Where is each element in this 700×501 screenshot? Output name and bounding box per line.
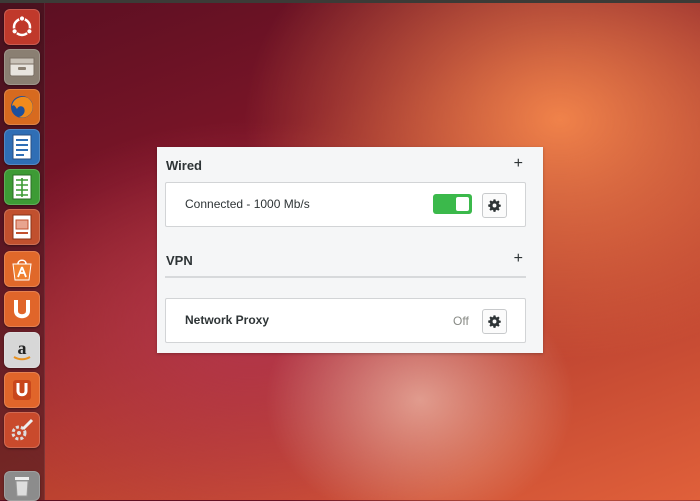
gear-icon xyxy=(488,199,501,212)
ubuntu-one-icon[interactable] xyxy=(4,291,40,327)
firefox-icon[interactable] xyxy=(4,89,40,125)
network-panel: Wired + Connected - 1000 Mb/s VPN + Netw… xyxy=(157,147,543,353)
libreoffice-calc-icon[interactable] xyxy=(4,169,40,205)
wired-status-label: Connected - 1000 Mb/s xyxy=(185,197,310,211)
software-center-icon[interactable] xyxy=(4,251,40,287)
wired-settings-button[interactable] xyxy=(482,193,507,218)
svg-text:a: a xyxy=(18,338,27,358)
proxy-status-label: Off xyxy=(453,314,469,328)
trash-icon[interactable] xyxy=(4,471,40,501)
wired-toggle-switch[interactable] xyxy=(433,194,472,214)
add-vpn-button[interactable]: + xyxy=(514,251,523,267)
libreoffice-writer-icon[interactable] xyxy=(4,129,40,165)
system-settings-icon[interactable] xyxy=(4,412,40,448)
wired-connection-card: Connected - 1000 Mb/s xyxy=(165,182,526,227)
add-wired-button[interactable]: + xyxy=(514,156,523,172)
proxy-settings-button[interactable] xyxy=(482,309,507,334)
amazon-icon[interactable]: a xyxy=(4,332,40,368)
ubuntu-dash-icon[interactable] xyxy=(4,9,40,45)
top-panel xyxy=(0,0,700,3)
wired-section-title: Wired xyxy=(166,158,202,173)
ubuntu-one-music-icon[interactable] xyxy=(4,372,40,408)
libreoffice-impress-icon[interactable] xyxy=(4,209,40,245)
section-divider xyxy=(165,276,526,278)
toggle-knob xyxy=(456,197,469,211)
launcher: a xyxy=(0,3,45,501)
gear-icon xyxy=(488,315,501,328)
file-manager-icon[interactable] xyxy=(4,49,40,85)
vpn-section-title: VPN xyxy=(166,253,193,268)
network-proxy-card[interactable]: Network Proxy Off xyxy=(165,298,526,343)
network-proxy-label: Network Proxy xyxy=(185,313,270,327)
